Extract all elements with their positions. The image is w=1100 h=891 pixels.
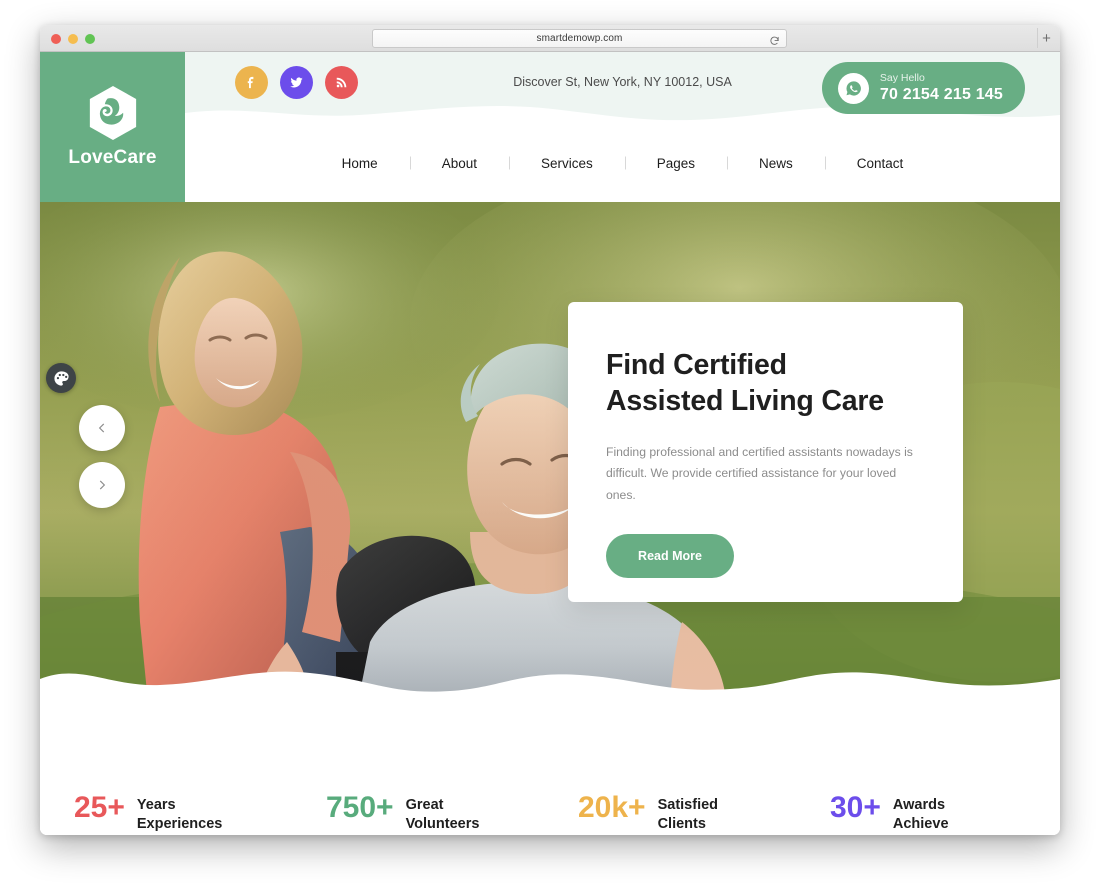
stat-number: 25+ (74, 790, 125, 824)
chevron-left-icon[interactable] (79, 405, 125, 451)
browser-chrome: smartdemowp.com + (40, 25, 1060, 52)
chevron-right-icon[interactable] (79, 462, 125, 508)
stat-label: Satisfied Clients (658, 792, 718, 835)
stat-label: Years Experiences (137, 792, 222, 835)
close-window-button[interactable] (51, 34, 61, 44)
stat-label-line2: Experiences (136, 816, 223, 833)
traffic-lights (51, 34, 95, 44)
stat-label-line1: Awards (892, 796, 946, 813)
hero-content-card: Find Certified Assisted Living Care Find… (568, 302, 963, 602)
site-header: Discover St, New York, NY 10012, USA Say… (40, 52, 1060, 202)
browser-window: smartdemowp.com + Discover St, New York,… (40, 25, 1060, 835)
stat-label-line1: Years (136, 796, 176, 813)
hero-bottom-wave (40, 671, 1060, 702)
stat-number: 30+ (830, 790, 881, 824)
stat-number: 20k+ (578, 790, 646, 824)
logo-text: LoveCare (68, 147, 157, 168)
address-bar[interactable]: smartdemowp.com (372, 29, 787, 48)
nav-item-pages[interactable]: Pages (625, 156, 727, 171)
call-number: 70 2154 215 145 (879, 85, 1003, 103)
rss-icon[interactable] (325, 65, 358, 99)
hero-title-line1: Find Certified (606, 349, 787, 381)
call-label: Say Hello (879, 72, 925, 85)
palette-icon[interactable] (46, 363, 76, 393)
zoom-window-button[interactable] (85, 34, 95, 44)
social-links (235, 65, 358, 99)
facebook-icon[interactable] (235, 65, 268, 99)
main-navigation: Home About Services Pages News Contact (185, 124, 1060, 202)
nav-item-services[interactable]: Services (509, 156, 625, 171)
site-logo[interactable]: LoveCare (40, 52, 185, 202)
hero-slider: Find Certified Assisted Living Care Find… (40, 202, 1060, 702)
stat-label: Awards Achieve (893, 792, 949, 835)
stat-item: 30+ Awards Achieve (830, 792, 1026, 835)
desktop-background: smartdemowp.com + Discover St, New York,… (0, 0, 1100, 891)
nav-item-contact[interactable]: Contact (825, 156, 936, 171)
nav-list: Home About Services Pages News Contact (310, 156, 936, 171)
call-text-group: Say Hello 70 2154 215 145 (880, 72, 1003, 104)
stat-label-line1: Great (405, 796, 444, 813)
stat-label-line2: Volunteers (405, 816, 480, 833)
minimize-window-button[interactable] (68, 34, 78, 44)
stat-label-line1: Satisfied (657, 796, 719, 813)
nav-item-news[interactable]: News (727, 156, 825, 171)
stats-section: 25+ Years Experiences 750+ Great Volunte… (40, 702, 1060, 835)
hero-title-line2: Assisted Living Care (606, 384, 884, 417)
nav-item-home[interactable]: Home (310, 156, 410, 171)
stat-label-line2: Achieve (892, 816, 949, 833)
twitter-icon[interactable] (280, 65, 313, 99)
url-text: smartdemowp.com (536, 33, 623, 44)
stat-item: 750+ Great Volunteers (326, 792, 522, 835)
stat-label-line2: Clients (657, 816, 706, 833)
stat-item: 25+ Years Experiences (74, 792, 270, 835)
lovecare-logo-icon (86, 85, 140, 141)
call-cta-button[interactable]: Say Hello 70 2154 215 145 (821, 62, 1025, 114)
address-text: Discover St, New York, NY 10012, USA (513, 75, 732, 89)
new-tab-button[interactable]: + (1037, 28, 1055, 48)
reload-icon[interactable] (769, 33, 780, 45)
stat-item: 20k+ Satisfied Clients (578, 792, 774, 835)
hero-description: Finding professional and certified assis… (606, 444, 913, 502)
stat-number: 750+ (326, 790, 394, 824)
nav-item-about[interactable]: About (410, 156, 509, 171)
whatsapp-phone-icon (837, 72, 869, 104)
hero-title: Find Certified Assisted Living Care (606, 348, 921, 420)
read-more-button[interactable]: Read More (606, 533, 734, 578)
page-viewport: Discover St, New York, NY 10012, USA Say… (40, 52, 1060, 835)
stat-label: Great Volunteers (406, 792, 480, 835)
